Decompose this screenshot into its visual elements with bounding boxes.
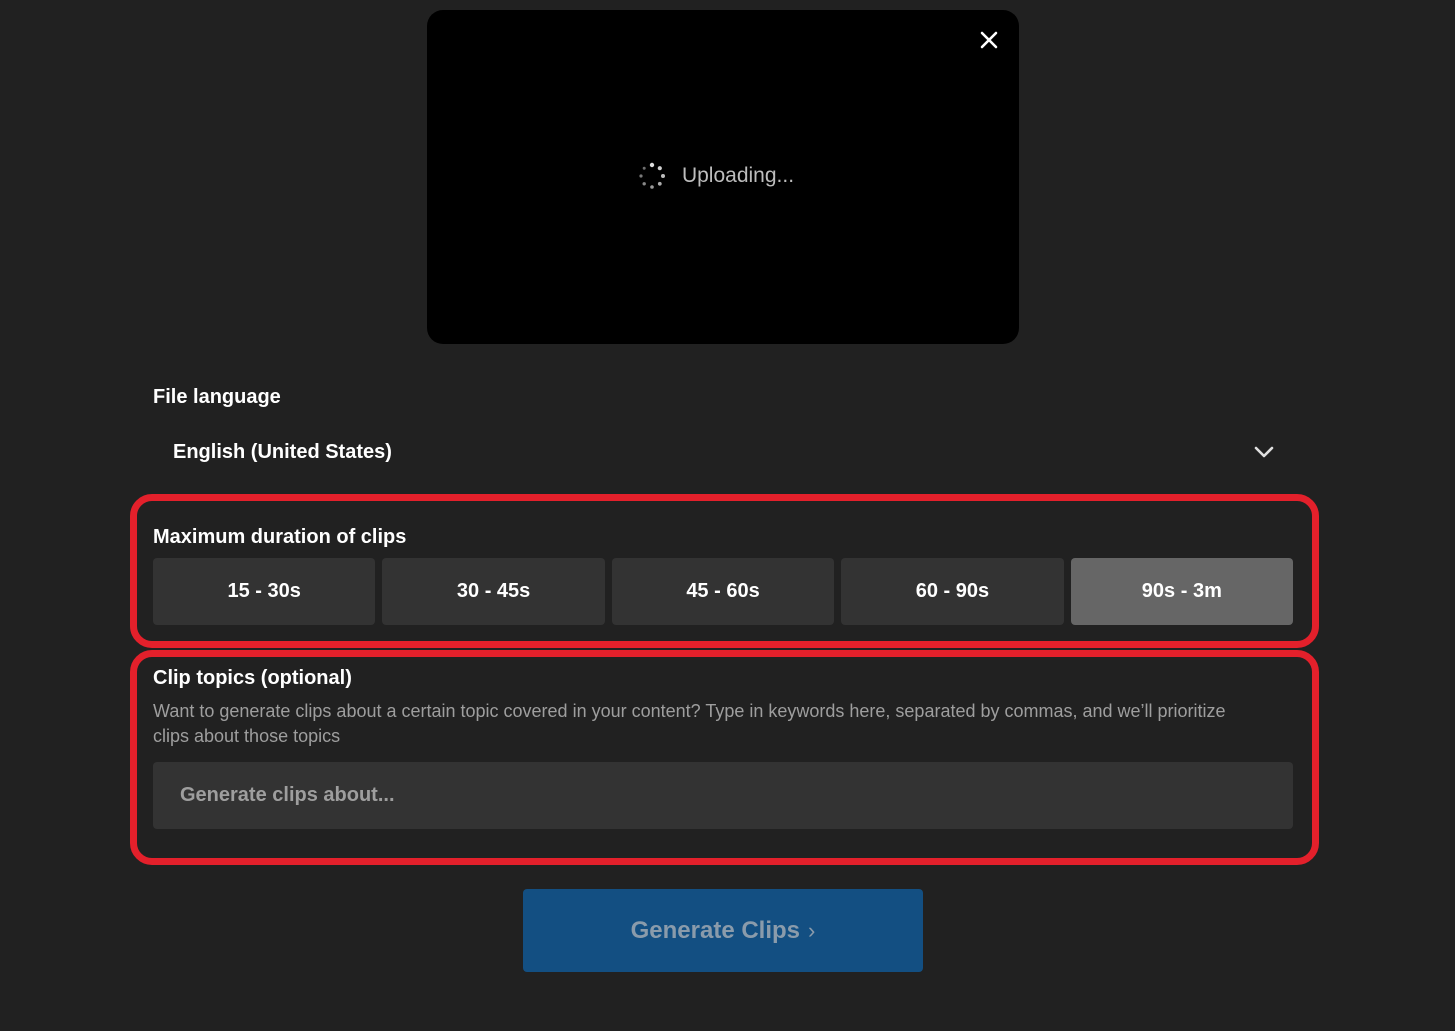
chevron-down-icon [1254, 446, 1274, 458]
generate-clips-label: Generate Clips [630, 916, 801, 944]
close-icon [980, 31, 998, 49]
clip-topics-label: Clip topics (optional) [153, 667, 352, 689]
clip-topics-input[interactable] [153, 762, 1293, 829]
page: Uploading... File language English (Unit… [0, 0, 1455, 1031]
spinner-icon [639, 162, 665, 189]
duration-option-15-30s[interactable]: 15 - 30s [153, 558, 376, 625]
generate-clips-button[interactable]: Generate Clips › [523, 889, 923, 972]
file-language-label: File language [153, 386, 281, 408]
duration-option-90s-3m[interactable]: 90s - 3m [1070, 558, 1294, 625]
upload-preview: Uploading... [427, 10, 1019, 344]
file-language-dropdown[interactable]: English (United States) [153, 424, 1293, 480]
duration-options: 15 - 30s 30 - 45s 45 - 60s 60 - 90s 90s … [153, 558, 1294, 625]
file-language-value: English (United States) [173, 440, 392, 463]
upload-status: Uploading... [427, 162, 1019, 190]
uploading-text: Uploading... [681, 164, 795, 187]
chevron-right-icon: › [808, 917, 816, 943]
clip-topics-description: Want to generate clips about a certain t… [153, 701, 1226, 746]
duration-option-30-45s[interactable]: 30 - 45s [382, 558, 605, 625]
duration-option-45-60s[interactable]: 45 - 60s [611, 558, 835, 625]
duration-option-60-90s[interactable]: 60 - 90s [841, 558, 1064, 625]
close-button[interactable] [977, 28, 1001, 52]
max-duration-label: Maximum duration of clips [153, 526, 407, 548]
